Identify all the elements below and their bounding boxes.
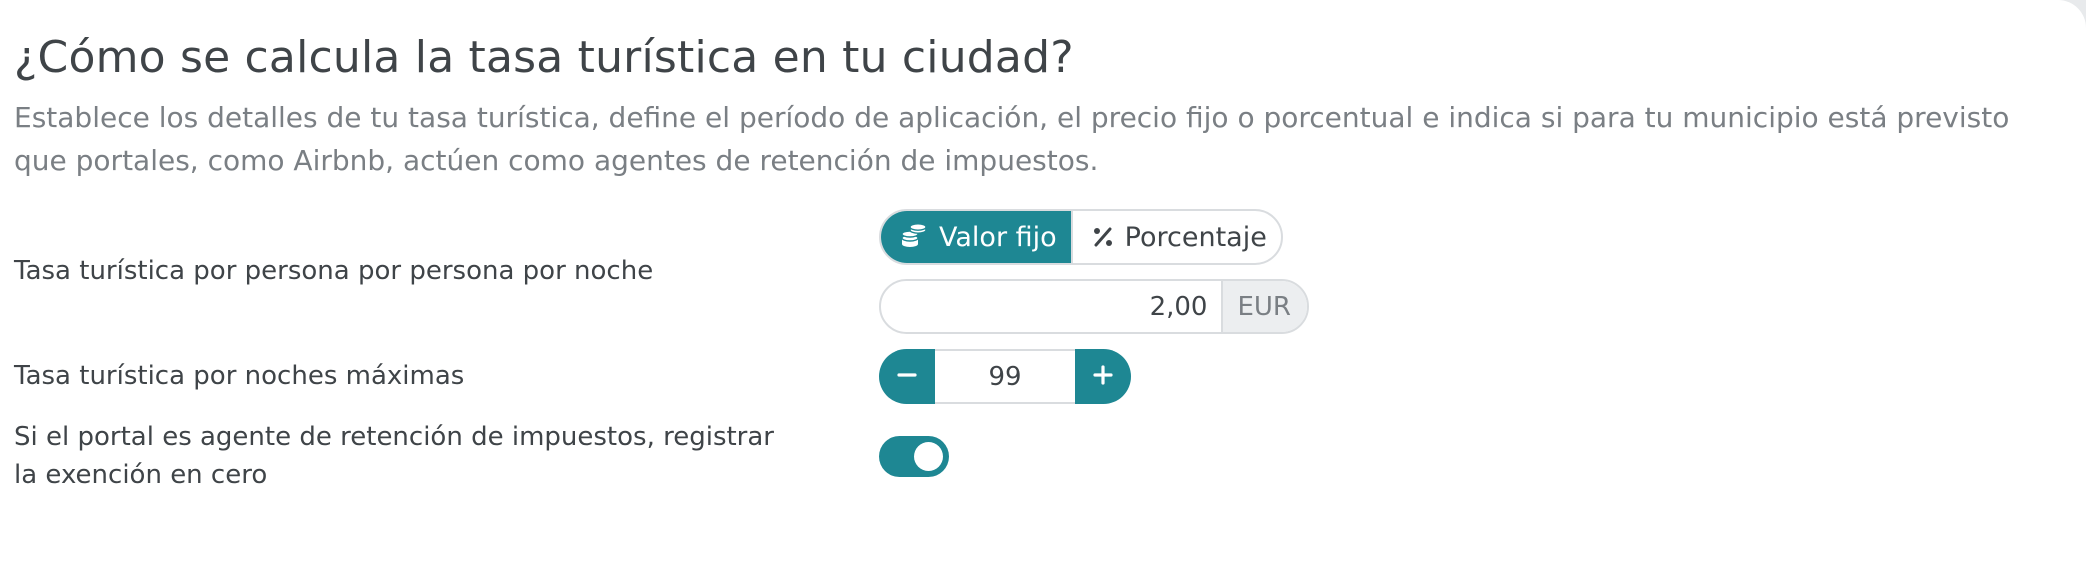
tax-amount-group: EUR [879, 279, 1309, 334]
exemption-label: Si el portal es agente de retención de i… [14, 422, 774, 490]
fixed-value-option[interactable]: Valor fijo [881, 211, 1071, 263]
tax-amount-input[interactable] [881, 281, 1222, 332]
tax-per-person-label: Tasa turística por persona por persona p… [14, 256, 654, 286]
increment-button[interactable] [1075, 349, 1131, 404]
page-title: ¿Cómo se calcula la tasa turística en tu… [14, 32, 1074, 83]
percentage-option[interactable]: Porcentaje [1070, 211, 1281, 263]
fixed-value-label: Valor fijo [939, 221, 1057, 253]
currency-addon: EUR [1221, 281, 1307, 332]
exemption-switch[interactable] [879, 436, 949, 477]
coins-icon [899, 223, 929, 251]
percentage-label: Porcentaje [1124, 221, 1267, 253]
max-nights-input[interactable] [935, 349, 1075, 404]
tourist-tax-card: ¿Cómo se calcula la tasa turística en tu… [0, 0, 2086, 574]
max-nights-stepper [879, 349, 1131, 404]
percent-icon [1091, 225, 1115, 249]
decrement-button[interactable] [879, 349, 935, 404]
tax-mode-toggle: Valor fijo Porcentaje [879, 209, 1283, 265]
minus-icon [896, 364, 918, 390]
plus-icon [1092, 364, 1114, 390]
switch-knob [914, 442, 943, 471]
page-description: Establece los detalles de tu tasa turíst… [14, 101, 2010, 177]
max-nights-label: Tasa turística por noches máximas [14, 361, 465, 391]
